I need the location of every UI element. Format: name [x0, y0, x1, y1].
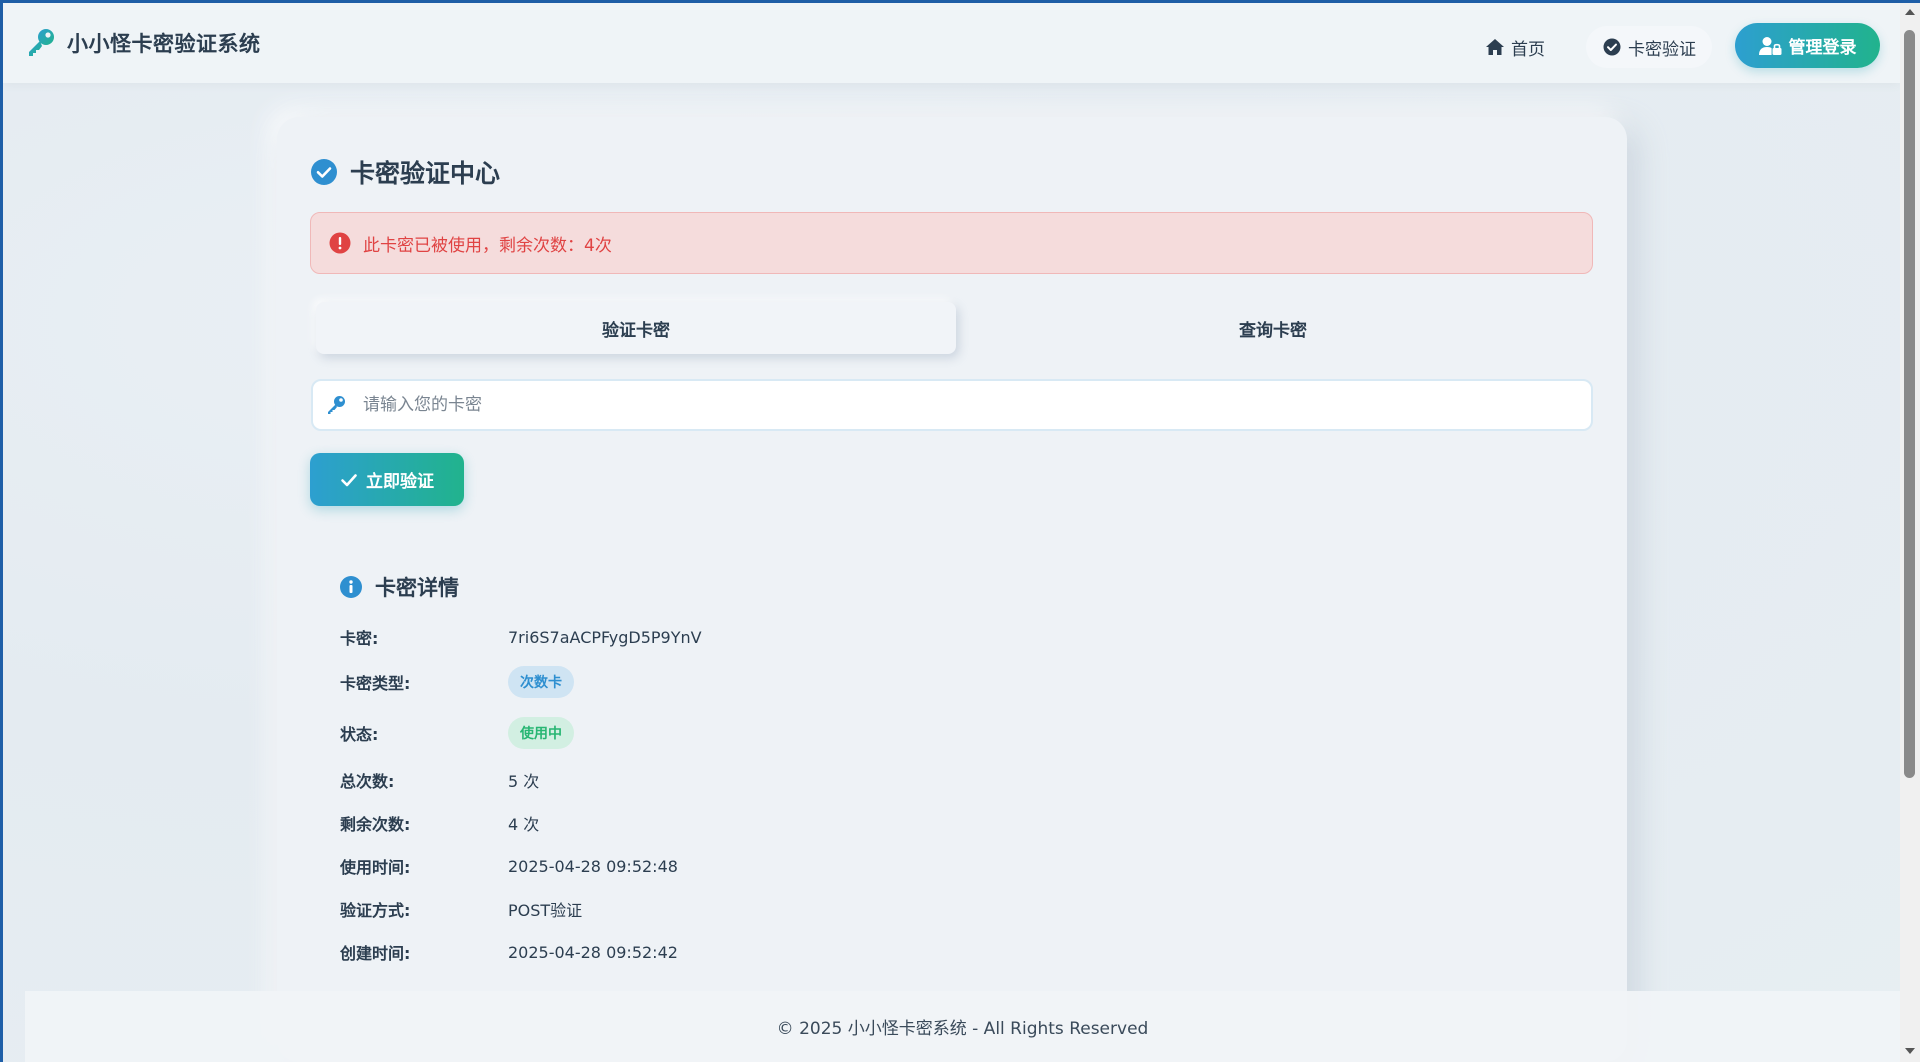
- alert-message: 此卡密已被使用，剩余次数：4次: [363, 235, 612, 256]
- detail-row-used-time: 使用时间: 2025-04-28 09:52:48: [340, 851, 678, 881]
- tab-query[interactable]: 查询卡密: [953, 302, 1593, 354]
- details-title: 卡密详情: [339, 572, 459, 602]
- detail-row-key: 卡密: 7ri6S7aACPFygD5P9YnV: [340, 622, 702, 652]
- page-scrollbar[interactable]: [1900, 3, 1920, 1062]
- brand-title: 小小怪卡密验证系统: [67, 32, 261, 56]
- error-alert: 此卡密已被使用，剩余次数：4次: [310, 212, 1593, 274]
- detail-label: 卡密类型:: [340, 674, 411, 693]
- nav-verify-link[interactable]: 卡密验证: [1586, 26, 1712, 68]
- verify-now-button[interactable]: 立即验证: [310, 453, 464, 506]
- detail-value-key[interactable]: 7ri6S7aACPFygD5P9YnV: [508, 628, 702, 647]
- user-lock-icon: [1758, 36, 1781, 55]
- scroll-thumb[interactable]: [1904, 30, 1915, 778]
- home-icon: [1486, 39, 1504, 55]
- detail-value: POST验证: [508, 901, 583, 920]
- verify-now-label: 立即验证: [366, 472, 434, 491]
- detail-label: 使用时间:: [340, 858, 411, 877]
- admin-login-label: 管理登录: [1788, 38, 1857, 58]
- tab-verify[interactable]: 验证卡密: [316, 302, 956, 354]
- detail-row-remaining: 剩余次数: 4 次: [340, 808, 539, 838]
- detail-label: 总次数:: [340, 772, 395, 791]
- scroll-up-arrow-icon[interactable]: [1905, 9, 1915, 15]
- details-title-text: 卡密详情: [375, 576, 459, 600]
- detail-row-total: 总次数: 5 次: [340, 765, 539, 795]
- key-icon: [29, 29, 54, 56]
- brand[interactable]: 小小怪卡密验证系统: [25, 27, 261, 59]
- page-footer: © 2025 小小怪卡密系统 - All Rights Reserved: [25, 991, 1900, 1062]
- nav-home-label: 首页: [1511, 39, 1545, 60]
- card-details-panel: 卡密详情 卡密: 7ri6S7aACPFygD5P9YnV 卡密类型: 次数卡 …: [310, 540, 1593, 1060]
- detail-label: 验证方式:: [340, 901, 411, 920]
- type-badge: 次数卡: [508, 666, 574, 698]
- detail-label: 剩余次数:: [340, 815, 411, 834]
- card-key-input[interactable]: [363, 395, 1563, 415]
- check-circle-icon: [311, 159, 337, 185]
- nav-verify-label: 卡密验证: [1628, 39, 1696, 60]
- footer-copyright: © 2025 小小怪卡密系统 - All Rights Reserved: [776, 1019, 1149, 1039]
- admin-login-button[interactable]: 管理登录: [1735, 23, 1880, 68]
- check-circle-icon: [1603, 38, 1621, 56]
- detail-row-created-time: 创建时间: 2025-04-28 09:52:42: [340, 937, 678, 967]
- verify-card: 卡密验证中心 此卡密已被使用，剩余次数：4次 验证卡密 查询卡密 立即验证: [277, 117, 1627, 1062]
- detail-value: 2025-04-28 09:52:42: [508, 942, 678, 962]
- detail-row-status: 状态: 使用中: [340, 717, 574, 749]
- detail-label: 创建时间:: [340, 944, 411, 963]
- top-navbar: 小小怪卡密验证系统 首页 卡密验证 管理登录: [3, 3, 1900, 83]
- card-title: 卡密验证中心: [310, 154, 500, 190]
- key-icon: [328, 396, 345, 414]
- status-badge: 使用中: [508, 717, 574, 749]
- scroll-down-arrow-icon[interactable]: [1905, 1048, 1915, 1054]
- card-title-text: 卡密验证中心: [350, 159, 501, 188]
- detail-label: 状态:: [340, 725, 379, 744]
- tab-bar: 验证卡密 查询卡密: [310, 302, 1593, 354]
- detail-label: 卡密:: [340, 629, 379, 648]
- detail-value: 4 次: [508, 815, 540, 834]
- nav-home-link[interactable]: 首页: [1475, 27, 1555, 67]
- exclamation-circle-icon: [329, 232, 351, 254]
- detail-value: 5 次: [508, 772, 540, 791]
- info-circle-icon: [340, 576, 362, 598]
- check-icon: [341, 473, 357, 486]
- detail-row-type: 卡密类型: 次数卡: [340, 666, 574, 698]
- card-key-input-wrapper: [311, 379, 1593, 431]
- detail-row-method: 验证方式: POST验证: [340, 894, 582, 924]
- detail-value: 2025-04-28 09:52:48: [508, 856, 678, 876]
